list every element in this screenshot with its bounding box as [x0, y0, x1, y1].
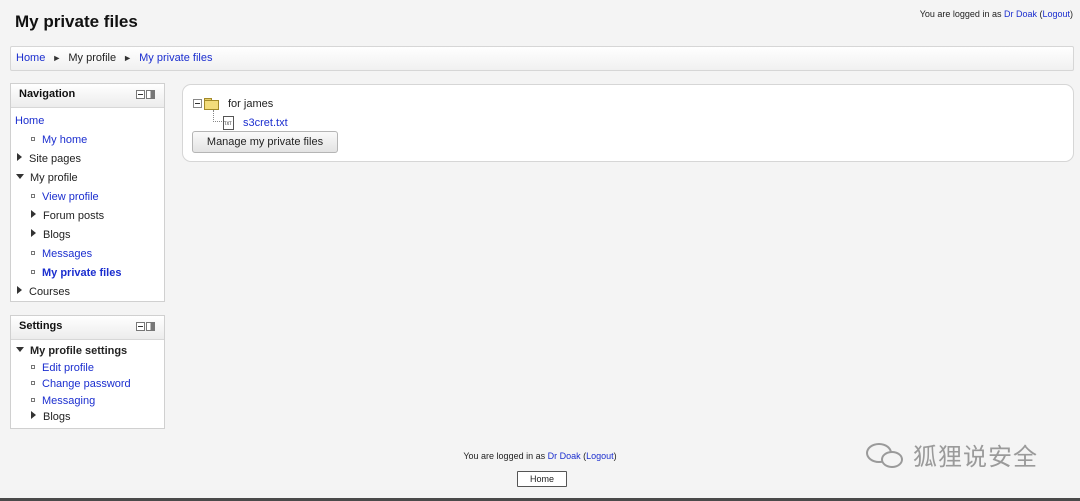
navigation-block-header: Navigation [11, 84, 164, 108]
expand-arrow-icon[interactable] [31, 229, 36, 238]
collapse-icon[interactable] [136, 322, 145, 331]
nav-item-my-home[interactable]: My home [11, 131, 164, 150]
nav-item-courses[interactable]: Courses [11, 283, 164, 302]
nav-item-home[interactable]: Home [11, 112, 164, 131]
messaging-link[interactable]: Messaging [42, 395, 95, 407]
logout-link[interactable]: Logout [1042, 9, 1070, 19]
settings-item-edit-profile[interactable]: Edit profile [11, 360, 164, 377]
nav-item-view-profile[interactable]: View profile [11, 188, 164, 207]
dock-icon[interactable] [146, 90, 155, 99]
file-row[interactable]: s3cret.txt [193, 110, 288, 132]
header-login-info: You are logged in as Dr Doak (Logout) [919, 9, 1073, 19]
settings-block-title: Settings [19, 320, 63, 332]
expand-arrow-icon[interactable] [17, 153, 22, 162]
watermark-text: 狐狸说安全 [913, 443, 1038, 471]
wechat-icon [866, 441, 906, 469]
page-title: My private files [15, 12, 138, 31]
text-file-icon [223, 116, 234, 130]
expand-arrow-icon[interactable] [31, 210, 36, 219]
folder-row[interactable]: for james [193, 95, 288, 112]
file-link[interactable]: s3cret.txt [243, 117, 288, 129]
expand-arrow-icon[interactable] [31, 411, 36, 420]
navigation-block-title: Navigation [19, 88, 76, 100]
nav-item-my-profile[interactable]: My profile [11, 169, 164, 188]
breadcrumb-my-profile: My profile [68, 52, 117, 64]
nav-item-messages[interactable]: Messages [11, 245, 164, 264]
nav-my-home-link[interactable]: My home [42, 134, 87, 146]
tree-connector [213, 110, 222, 122]
navigation-block: Navigation Home My home Site pages My pr… [10, 83, 165, 302]
nav-messages-link[interactable]: Messages [42, 248, 92, 260]
bullet-icon [31, 364, 35, 369]
folder-name: for james [228, 97, 274, 110]
bullet-icon [31, 397, 35, 402]
block-controls [136, 90, 155, 99]
footer-logout-link[interactable]: Logout [586, 451, 614, 461]
footer-home-button[interactable]: Home [517, 471, 567, 487]
breadcrumb-home[interactable]: Home [16, 52, 45, 64]
navigation-tree: Home My home Site pages My profile View … [11, 108, 164, 308]
login-prefix: You are logged in as [919, 9, 1004, 19]
breadcrumb-my-private-files[interactable]: My private files [139, 52, 212, 64]
bullet-icon [31, 270, 35, 275]
bullet-icon [31, 194, 35, 199]
bullet-icon [31, 137, 35, 142]
change-password-link[interactable]: Change password [42, 378, 131, 390]
settings-item-change-password[interactable]: Change password [11, 376, 164, 393]
nav-item-forum-posts[interactable]: Forum posts [11, 207, 164, 226]
nav-item-blogs[interactable]: Blogs [11, 226, 164, 245]
watermark: 狐狸说安全 [866, 437, 1038, 472]
expand-arrow-icon[interactable] [17, 286, 22, 295]
collapse-icon[interactable] [136, 90, 145, 99]
settings-item-my-profile-settings[interactable]: My profile settings [11, 343, 164, 360]
edit-profile-link[interactable]: Edit profile [42, 362, 94, 374]
settings-item-messaging[interactable]: Messaging [11, 393, 164, 410]
collapse-arrow-icon[interactable] [16, 173, 24, 179]
bullet-icon [31, 381, 35, 386]
nav-item-site-pages[interactable]: Site pages [11, 150, 164, 169]
breadcrumb-separator: ► [52, 53, 62, 63]
user-profile-link[interactable]: Dr Doak [1004, 9, 1037, 19]
collapse-folder-icon[interactable] [193, 99, 202, 108]
block-controls [136, 322, 155, 331]
nav-my-private-files-link[interactable]: My private files [42, 267, 121, 279]
settings-item-blogs[interactable]: Blogs [11, 409, 164, 426]
settings-block: Settings My profile settings Edit profil… [10, 315, 165, 429]
private-files-region: for james s3cret.txt Manage my private f… [182, 84, 1074, 162]
file-tree: for james s3cret.txt [193, 95, 288, 132]
collapse-arrow-icon[interactable] [16, 346, 24, 352]
folder-icon [204, 98, 219, 110]
breadcrumb: Home ► My profile ► My private files [10, 46, 1074, 71]
bullet-icon [31, 251, 35, 256]
nav-view-profile-link[interactable]: View profile [42, 191, 99, 203]
dock-icon[interactable] [146, 322, 155, 331]
settings-block-header: Settings [11, 316, 164, 340]
footer-user-link[interactable]: Dr Doak [548, 451, 581, 461]
nav-home-link[interactable]: Home [15, 115, 44, 127]
manage-private-files-button[interactable]: Manage my private files [192, 131, 338, 153]
breadcrumb-separator: ► [123, 53, 133, 63]
settings-tree: My profile settings Edit profile Change … [11, 340, 164, 432]
nav-item-my-private-files[interactable]: My private files [11, 264, 164, 283]
